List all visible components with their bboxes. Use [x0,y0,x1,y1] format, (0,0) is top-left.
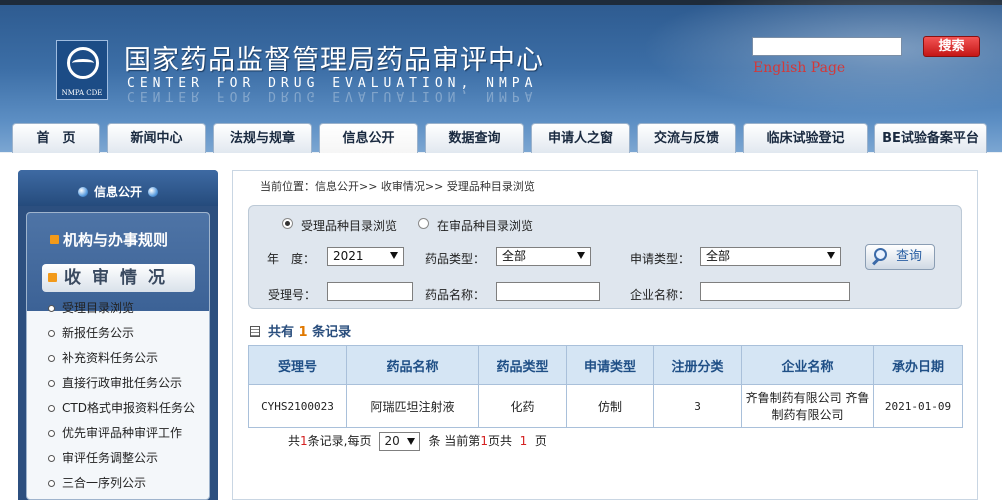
record-count: 共有 1 条记录 [250,321,351,340]
sidebar-category-label: 收审情况 [64,268,176,288]
cell-company: 齐鲁制药有限公司 齐鲁制药有限公司 [741,384,874,428]
sidebar-category-org[interactable]: 机构与办事规则 [50,229,168,250]
main-nav: 首 页 新闻中心 法规与规章 信息公开 数据查询 申请人之窗 交流与反馈 临床试… [0,120,1002,154]
tab-feedback[interactable]: 交流与反馈 [637,123,736,154]
rss-icon [50,235,59,244]
pager-pages: 1 [519,434,528,448]
sidebar-item-supplement-tasks[interactable]: 补充资料任务公示 [48,348,218,373]
drug-name-input[interactable] [496,282,600,301]
record-number: 1 [298,325,308,340]
sidebar-item-priority-review[interactable]: 优先审评品种审评工作 [48,423,218,448]
col-date[interactable]: 承办日期 [873,345,963,385]
sidebar-item-direct-approval[interactable]: 直接行政审批任务公示 [48,373,218,398]
company-input[interactable] [700,282,850,301]
cell-drug-type: 化药 [478,384,567,428]
breadcrumb: 当前位置：信息公开>> 收审情况>> 受理品种目录浏览 [260,180,535,193]
site-search-input[interactable] [752,37,902,56]
tab-home[interactable]: 首 页 [12,123,100,154]
search-icon-handle [872,257,880,266]
tab-info-public[interactable]: 信息公开 [319,123,418,154]
col-drug-name[interactable]: 药品名称 [346,345,479,385]
cell-date: 2021-01-09 [873,384,963,428]
accept-no-input[interactable] [327,282,413,301]
bullet-icon [148,187,158,197]
col-reg-class[interactable]: 注册分类 [653,345,742,385]
col-company[interactable]: 企业名称 [741,345,874,385]
radio-accept-catalog-label: 受理品种目录浏览 [301,219,398,233]
sidebar-item-task-adjust[interactable]: 审评任务调整公示 [48,448,218,473]
record-suffix: 条记录 [312,325,352,340]
radio-review-catalog-label: 在审品种目录浏览 [437,219,534,233]
query-button[interactable]: 查询 [865,244,935,270]
sidebar-category-review[interactable]: 收审情况 [42,264,195,292]
cell-drug-name: 阿瑞匹坦注射液 [346,384,479,428]
apply-type-label: 申请类型： [630,252,691,266]
logo-text: NMPA CDE [61,89,103,97]
radio-review-catalog[interactable] [418,218,429,229]
cell-apply-type: 仿制 [566,384,654,428]
tab-data-query[interactable]: 数据查询 [425,123,524,154]
pager-current: 1 [480,434,488,448]
accept-no-label: 受理号： [268,288,317,302]
drug-type-label: 药品类型： [425,252,486,266]
chevron-down-icon [390,252,398,259]
pager-text: 页 [534,434,547,448]
table-row[interactable]: CYHS2100023 阿瑞匹坦注射液 化药 仿制 3 齐鲁制药有限公司 齐鲁制… [248,384,963,428]
year-select[interactable]: 2021 [327,247,404,266]
apply-type-select-value: 全部 [706,249,731,263]
record-prefix: 共有 [268,325,295,340]
site-title-reflection: CENTER FOR DRUG EVALUATION, NMPA [127,88,538,103]
col-drug-type[interactable]: 药品类型 [478,345,567,385]
tab-clinical-trial[interactable]: 临床试验登记 [743,123,868,154]
cell-reg-class: 3 [653,384,742,428]
apply-type-select[interactable]: 全部 [700,247,841,266]
sidebar-item-accept-catalog[interactable]: 受理目录浏览 [48,298,218,323]
tab-be-platform[interactable]: BE试验备案平台 [874,123,987,154]
page-size-value: 20 [384,434,400,448]
chevron-down-icon [407,438,416,445]
drug-type-select[interactable]: 全部 [496,247,591,266]
pager-text: 条记录,每页 [307,434,372,448]
page-size-select[interactable]: 20 [379,432,421,451]
pager-total: 1 [300,434,308,448]
drug-name-label: 药品名称： [425,288,486,302]
year-select-value: 2021 [333,249,364,263]
cde-logo[interactable]: NMPA CDE [56,40,108,100]
logo-wave-icon [72,59,94,67]
list-icon [250,326,260,337]
search-button[interactable]: 搜索 [923,36,980,57]
english-page-link[interactable]: English Page [753,60,845,76]
sidebar-item-ctd-tasks[interactable]: CTD格式申报资料任务公 [48,398,218,423]
results-table: 受理号 药品名称 药品类型 申请类型 注册分类 企业名称 承办日期 CYHS21… [248,345,963,428]
company-label: 企业名称： [630,288,691,302]
rss-icon [48,273,57,282]
site-title-cn: 国家药品监督管理局药品审评中心 [124,45,544,76]
sidebar-header: 信息公开 [18,170,218,206]
tab-applicant[interactable]: 申请人之窗 [531,123,630,154]
chevron-down-icon [577,252,585,259]
sidebar-title: 信息公开 [93,185,142,199]
table-header-row: 受理号 药品名称 药品类型 申请类型 注册分类 企业名称 承办日期 [248,345,963,385]
chevron-down-icon [827,252,835,259]
radio-accept-catalog[interactable] [282,218,293,229]
sidebar-item-new-tasks[interactable]: 新报任务公示 [48,323,218,348]
query-button-label: 查询 [896,249,923,264]
cell-accept-no[interactable]: CYHS2100023 [248,384,347,428]
col-apply-type[interactable]: 申请类型 [566,345,654,385]
drug-type-select-value: 全部 [502,249,527,263]
pager-text: 共 [288,434,301,448]
year-label: 年 度： [267,252,316,266]
sidebar-panel-top [27,213,209,311]
pager-text: 条 当前第 [428,434,481,448]
bullet-icon [77,187,88,197]
pager-text: 页共 [487,434,512,448]
pagination: 共1条记录,每页 20 条 当前第1页共 1 页 [288,432,547,451]
sidebar-category-label: 机构与办事规则 [63,231,169,249]
tab-regulations[interactable]: 法规与规章 [213,123,312,154]
col-accept-no[interactable]: 受理号 [248,345,347,385]
tab-news[interactable]: 新闻中心 [107,123,206,154]
sidebar-item-three-in-one[interactable]: 三合一序列公示 [48,473,218,498]
sidebar-list: 受理目录浏览 新报任务公示 补充资料任务公示 直接行政审批任务公示 CTD格式申… [48,298,218,498]
